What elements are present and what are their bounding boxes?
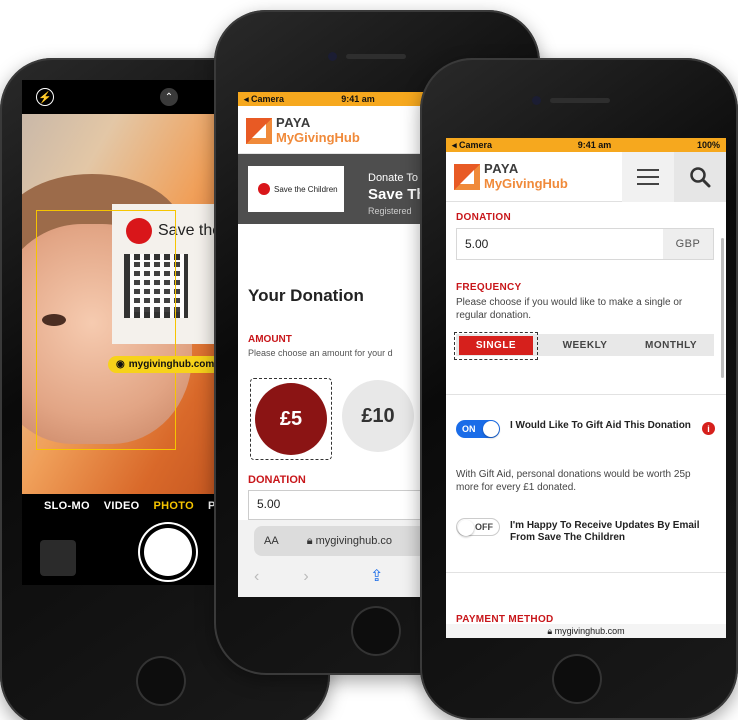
text-size-button[interactable]: AA [264, 535, 279, 547]
qr-url-pill[interactable]: ◉ mygivinghub.com [108, 356, 223, 373]
selected-amount-frame: £5 [250, 378, 332, 460]
donation-field[interactable]: 5.00 [248, 490, 438, 520]
charity-name: Save the Children [274, 184, 338, 194]
status-carrier: ◂ Camera [452, 139, 493, 150]
compass-icon: ◉ [116, 359, 125, 370]
front-camera [328, 52, 337, 61]
logo-paya: PAYA [276, 115, 311, 130]
gallery-thumbnail[interactable] [40, 540, 76, 576]
divider [446, 572, 726, 573]
status-bar: ◂ Camera 9:41 am [238, 92, 438, 106]
divider [446, 394, 726, 395]
currency: GBP [663, 229, 713, 259]
donation-label: DONATION [456, 212, 511, 223]
flash-icon[interactable]: ⚡ [36, 88, 54, 106]
donation-value[interactable]: 5.00 [457, 229, 663, 259]
charity-card: Save the Children [248, 166, 344, 212]
save-the-children-logo-icon [258, 183, 270, 195]
earpiece [550, 98, 610, 103]
amount-10-button[interactable]: £10 [342, 380, 414, 452]
nav-arrows: ‹ › [254, 568, 309, 586]
scan-frame [36, 210, 176, 450]
shutter-button[interactable] [144, 528, 192, 576]
lock-icon: 🔒︎ [547, 625, 553, 636]
lock-icon: 🔒︎ [306, 534, 313, 547]
scrollbar[interactable] [721, 238, 724, 378]
banner-line-3: Registered [368, 206, 412, 216]
back-icon[interactable]: ‹ [254, 568, 259, 586]
banner-line-1: Donate To [368, 172, 418, 184]
donation-label: DONATION [248, 474, 306, 486]
site-header: PAYA MyGivingHub [446, 152, 726, 202]
frequency-screen: ◂ Camera 9:41 am 100% PAYA MyGivingHub D… [446, 138, 726, 638]
logo-paya: PAYA [484, 161, 519, 176]
url-text: mygivinghub.co [315, 534, 393, 547]
donation-screen: ◂ Camera 9:41 am PAYA MyGivingHub Save t… [238, 92, 438, 597]
battery: 100% [696, 140, 720, 150]
gift-aid-label: I Would Like To Gift Aid This Donation [510, 420, 691, 431]
front-camera [532, 96, 541, 105]
paya-logo-icon[interactable] [246, 118, 272, 144]
share-icon[interactable]: ⇪ [370, 566, 383, 586]
selected-frequency-frame: SINGLE [454, 332, 538, 360]
updates-label: I'm Happy To Receive Updates By Email Fr… [510, 520, 700, 543]
chevron-up-icon[interactable]: ⌃ [160, 88, 178, 106]
updates-toggle[interactable]: OFF [456, 518, 500, 536]
charity-banner: Save the Children Donate To Save Th Regi… [238, 154, 438, 224]
url-text: mygivinghub.com [554, 626, 625, 636]
logo-hub: MyGivingHub [484, 176, 568, 191]
status-carrier: ◂ Camera [244, 93, 285, 104]
freq-weekly[interactable]: WEEKLY [542, 334, 628, 356]
site-header: PAYA MyGivingHub [238, 106, 438, 154]
amount-hint: Please choose an amount for your d [248, 348, 393, 358]
gift-aid-toggle[interactable]: ON [456, 420, 500, 438]
amount-5-button[interactable]: £5 [255, 383, 327, 455]
amount-label: AMOUNT [248, 334, 292, 345]
freq-single[interactable]: SINGLE [459, 336, 533, 355]
banner-line-2: Save Th [368, 186, 426, 203]
forward-icon[interactable]: › [303, 568, 308, 586]
status-bar: ◂ Camera 9:41 am 100% [446, 138, 726, 152]
freq-monthly[interactable]: MONTHLY [628, 334, 714, 356]
address-bar[interactable]: 🔒︎ mygivinghub.com [446, 624, 726, 638]
home-button[interactable] [136, 656, 186, 706]
gift-aid-note: With Gift Aid, personal donations would … [456, 469, 691, 493]
browser-toolbar: AA 🔒︎ mygivinghub.co ‹ › ⇪ [238, 520, 438, 597]
toggle-off-text: OFF [475, 522, 493, 532]
toggle-on-text: ON [462, 424, 476, 434]
status-time: 9:41 am [577, 140, 612, 150]
status-time: 9:41 am [341, 94, 375, 104]
search-icon[interactable] [674, 152, 726, 202]
frequency-hint: Please choose if you would like to make … [456, 297, 683, 321]
page-title: Your Donation [248, 286, 364, 305]
donation-field[interactable]: 5.00 GBP [456, 228, 714, 260]
earpiece [346, 54, 406, 59]
mode-slomo[interactable]: SLO-MO [44, 500, 90, 512]
home-button[interactable] [552, 654, 602, 704]
mode-video[interactable]: VIDEO [104, 500, 140, 512]
logo-hub: MyGivingHub [276, 130, 360, 145]
menu-icon[interactable] [622, 152, 674, 202]
home-button[interactable] [351, 606, 401, 656]
frequency-label: FREQUENCY [456, 282, 522, 293]
mode-photo[interactable]: PHOTO [154, 500, 194, 512]
paya-logo-icon[interactable] [454, 164, 480, 190]
qr-url-text: mygivinghub.com [128, 359, 215, 370]
info-icon[interactable]: i [702, 422, 715, 435]
address-bar[interactable]: AA 🔒︎ mygivinghub.co [254, 526, 438, 556]
